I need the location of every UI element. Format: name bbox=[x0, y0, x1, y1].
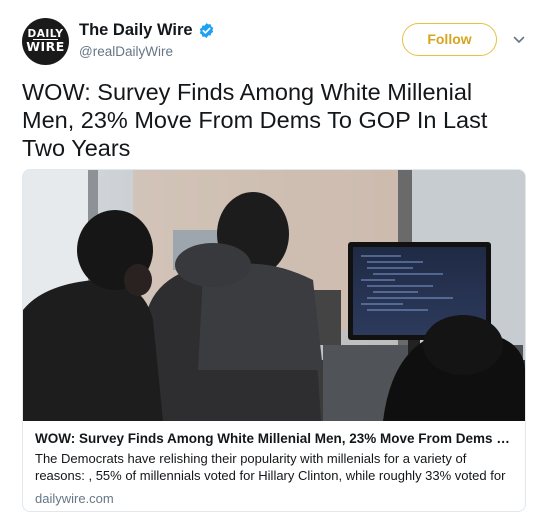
name-row: The Daily Wire bbox=[79, 21, 215, 40]
card-domain[interactable]: dailywire.com bbox=[35, 490, 515, 507]
avatar-text-bottom: WIRE bbox=[26, 39, 65, 54]
verified-badge-icon bbox=[199, 23, 213, 38]
chevron-down-icon[interactable] bbox=[513, 35, 525, 45]
card-body[interactable]: WOW: Survey Finds Among White Millenial … bbox=[35, 430, 515, 507]
card-description: The Democrats have relishing their popul… bbox=[35, 451, 506, 483]
link-card[interactable]: WOW: Survey Finds Among White Millenial … bbox=[22, 169, 526, 512]
tweet-text: WOW: Survey Finds Among White Millenial … bbox=[22, 79, 488, 161]
display-name[interactable]: The Daily Wire bbox=[79, 21, 193, 40]
card-photo[interactable] bbox=[23, 170, 525, 421]
card-title[interactable]: WOW: Survey Finds Among White Millenial … bbox=[35, 430, 515, 448]
user-handle[interactable]: @realDailyWire bbox=[79, 44, 173, 59]
follow-button[interactable]: Follow bbox=[402, 23, 497, 56]
tweet-header: DAILY WIRE The Daily Wire @realDailyWire… bbox=[22, 18, 532, 66]
avatar[interactable]: DAILY WIRE bbox=[22, 18, 69, 65]
